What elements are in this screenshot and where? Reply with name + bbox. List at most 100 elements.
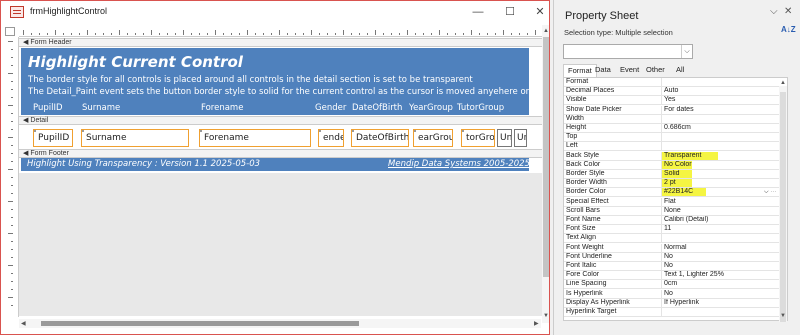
property-value[interactable] xyxy=(661,133,778,142)
property-value[interactable]: 0cm xyxy=(661,280,778,289)
property-row[interactable]: Display As Hyperlink If Hyperlink xyxy=(564,298,787,308)
tab-other[interactable]: Other xyxy=(642,64,669,77)
property-value[interactable]: 0.686cm xyxy=(661,124,778,132)
field-tutorgroup[interactable]: torGro xyxy=(461,129,495,147)
chevron-down-icon[interactable]: ⌵ xyxy=(770,6,778,17)
property-row[interactable]: Is Hyperlink No xyxy=(564,289,787,299)
column-label-yeargroup[interactable]: YearGroup xyxy=(409,103,453,113)
column-label-surname[interactable]: Surname xyxy=(82,103,120,113)
column-label-pupilid[interactable]: PupilID xyxy=(33,103,63,113)
field-dateofbirth[interactable]: DateOfBirth xyxy=(351,129,409,147)
property-value[interactable] xyxy=(661,308,778,316)
footer-copyright-link[interactable]: Mendip Data Systems 2005-2025 xyxy=(388,159,530,169)
property-row[interactable]: Format xyxy=(564,78,787,87)
scroll-up-icon[interactable]: ▲ xyxy=(543,28,549,34)
property-value[interactable]: For dates xyxy=(661,105,778,114)
property-value[interactable]: No xyxy=(661,252,778,261)
detail-button-2[interactable]: Ur xyxy=(514,129,527,147)
property-value[interactable]: No Color xyxy=(661,160,778,169)
property-row[interactable]: Font Size 11 xyxy=(564,225,787,235)
property-scroll-thumb[interactable] xyxy=(780,92,786,322)
field-forename[interactable]: Forename xyxy=(199,129,311,147)
property-row[interactable]: Back Style Transparent xyxy=(564,151,787,161)
property-value[interactable]: Flat xyxy=(661,197,778,206)
property-row[interactable]: Top xyxy=(564,133,787,143)
property-value[interactable]: Solid xyxy=(661,170,778,178)
property-value[interactable]: Yes xyxy=(661,96,778,105)
scroll-down-icon[interactable]: ▼ xyxy=(543,313,549,319)
property-row[interactable]: Text Align xyxy=(564,234,787,244)
field-surname[interactable]: Surname xyxy=(81,129,189,147)
property-row[interactable]: Font Weight Normal xyxy=(564,243,787,253)
tab-event[interactable]: Event xyxy=(616,64,643,77)
property-value[interactable]: Auto xyxy=(661,87,778,96)
detail-bar[interactable]: ◀ Detail xyxy=(19,116,547,125)
property-row[interactable]: Fore Color Text 1, Lighter 25% xyxy=(564,271,787,281)
property-value[interactable]: No xyxy=(661,289,778,298)
property-value[interactable]: No xyxy=(661,262,778,270)
property-value[interactable]: Transparent xyxy=(661,151,778,160)
selection-combo[interactable] xyxy=(563,44,693,59)
scroll-right-icon[interactable]: ▶ xyxy=(534,320,539,327)
close-button[interactable]: ✕ xyxy=(531,4,549,20)
property-value[interactable]: 2 pt xyxy=(661,179,778,188)
property-value[interactable] xyxy=(661,78,778,86)
vertical-scroll-thumb[interactable] xyxy=(543,37,549,277)
combo-dropdown-icon[interactable]: ⌵ xyxy=(681,45,692,58)
column-label-forename[interactable]: Forename xyxy=(201,103,243,113)
property-row[interactable]: Hyperlink Target xyxy=(564,308,787,317)
property-row[interactable]: Left xyxy=(564,142,787,152)
sort-icon[interactable]: A↓Z xyxy=(781,26,796,34)
header-description-1[interactable]: The border style for all controls is pla… xyxy=(28,75,473,85)
close-icon[interactable]: ✕ xyxy=(784,6,792,17)
field-pupilid[interactable]: PupilID xyxy=(33,129,73,147)
property-row[interactable]: Font Name Calibri (Detail) xyxy=(564,216,787,225)
property-row[interactable]: Border Style Solid xyxy=(564,170,787,179)
header-description-2[interactable]: The Detail_Paint event sets the button b… xyxy=(28,87,549,97)
column-label-dateofbirth[interactable]: DateOfBirth xyxy=(352,103,402,113)
property-row[interactable]: Visible Yes xyxy=(564,96,787,106)
property-row[interactable]: Line Spacing 0cm xyxy=(564,280,787,290)
property-row[interactable]: Show Date Picker For dates xyxy=(564,105,787,115)
form-footer-bar[interactable]: ◀ Form Footer xyxy=(19,149,547,158)
property-value[interactable]: Text 1, Lighter 25% xyxy=(661,271,778,280)
property-value[interactable]: Calibri (Detail) xyxy=(661,216,778,224)
property-value[interactable]: If Hyperlink xyxy=(661,298,778,307)
property-row[interactable]: Back Color No Color xyxy=(564,160,787,170)
tab-data[interactable]: Data xyxy=(591,64,615,77)
property-row[interactable]: Scroll Bars None xyxy=(564,206,787,216)
scroll-down-icon[interactable]: ▼ xyxy=(780,313,786,319)
property-row[interactable]: Width xyxy=(564,114,787,124)
property-value[interactable]: Normal xyxy=(661,243,778,252)
form-header-bar[interactable]: ◀ Form Header xyxy=(19,38,547,47)
property-value[interactable] xyxy=(661,142,778,151)
property-row[interactable]: Border Width 2 pt xyxy=(564,179,787,189)
property-value[interactable]: #22B14C xyxy=(661,188,778,197)
property-value[interactable] xyxy=(661,114,778,123)
field-yeargroup[interactable]: earGrou xyxy=(413,129,453,147)
scroll-up-icon[interactable]: ▲ xyxy=(780,80,786,86)
footer-version-label[interactable]: Highlight Using Transparency : Version 1… xyxy=(27,159,260,169)
maximize-button[interactable]: ☐ xyxy=(501,4,519,20)
form-selector[interactable] xyxy=(5,27,15,36)
field-gender[interactable]: ende xyxy=(318,129,344,147)
property-row[interactable]: Height 0.686cm xyxy=(564,124,787,133)
scroll-left-icon[interactable]: ◀ xyxy=(21,320,26,327)
property-row[interactable]: Border Color #22B14C ⌵ ⋯ xyxy=(564,188,787,198)
property-row[interactable]: Font Italic No xyxy=(564,262,787,271)
property-value[interactable]: 11 xyxy=(661,225,778,234)
header-title[interactable]: Highlight Current Control xyxy=(28,53,243,71)
horizontal-scroll-thumb[interactable] xyxy=(41,321,359,326)
column-label-tutorgroup[interactable]: TutorGroup xyxy=(457,103,504,113)
ruler-tick xyxy=(327,33,328,35)
property-row[interactable]: Special Effect Flat xyxy=(564,197,787,207)
property-value[interactable]: None xyxy=(661,206,778,215)
tab-all[interactable]: All xyxy=(672,64,688,77)
property-value[interactable] xyxy=(661,234,778,243)
property-row[interactable]: Decimal Places Auto xyxy=(564,87,787,97)
border-color-buttons[interactable]: ⌵ ⋯ xyxy=(764,188,776,196)
column-label-gender[interactable]: Gender xyxy=(315,103,346,113)
property-row[interactable]: Font Underline No xyxy=(564,252,787,262)
detail-button-1[interactable]: Un xyxy=(497,129,512,147)
minimize-button[interactable]: — xyxy=(469,4,487,20)
